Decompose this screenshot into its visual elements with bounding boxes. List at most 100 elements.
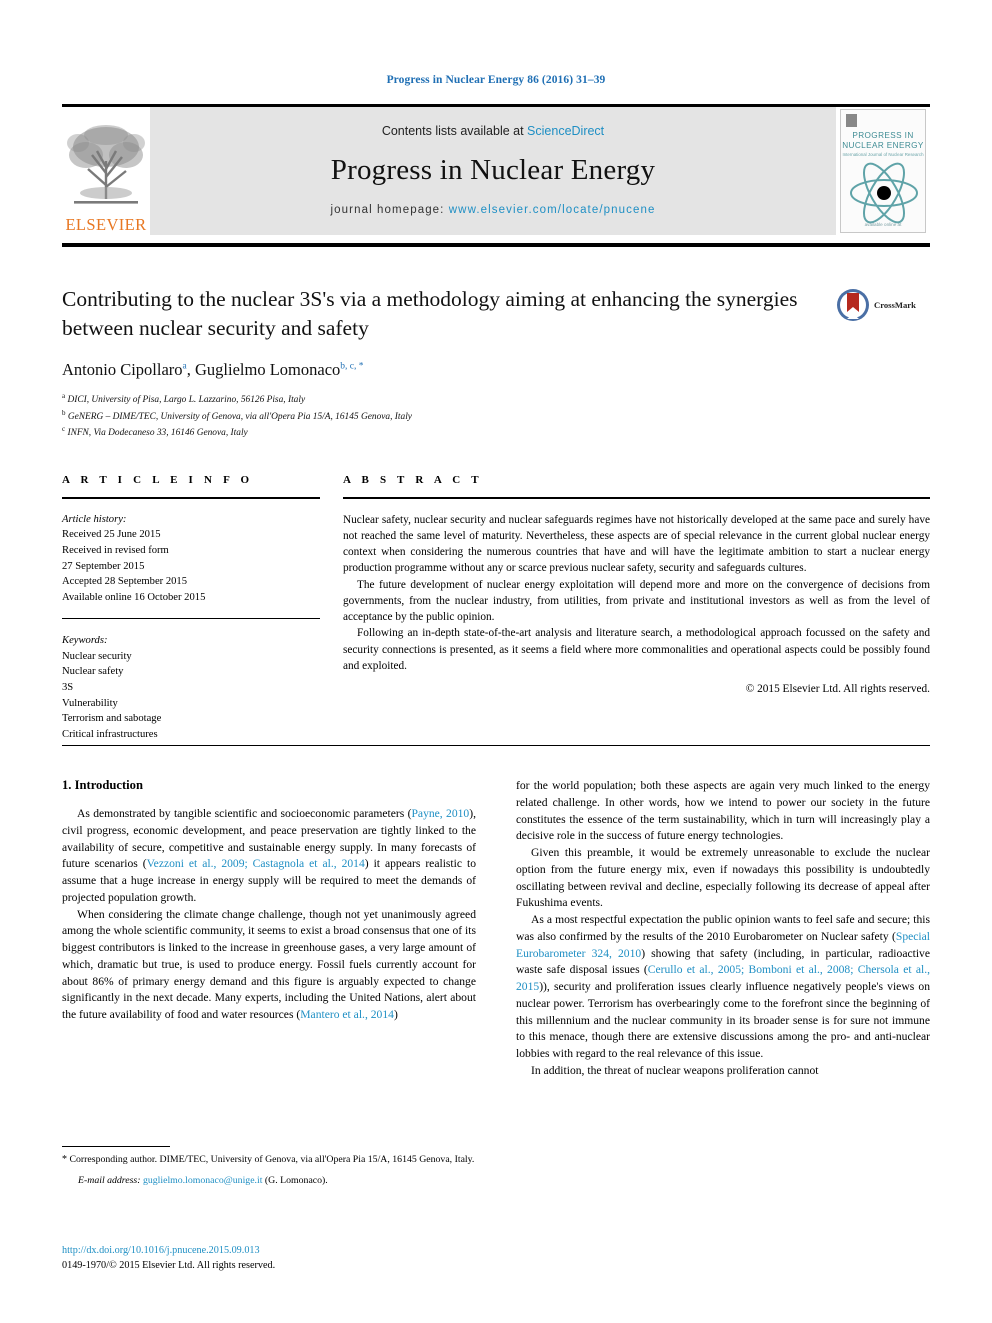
body-text: Given this preamble, it would be extreme… <box>516 846 930 910</box>
keywords-block: Keywords: Nuclear security Nuclear safet… <box>62 633 320 743</box>
affiliation-mark: b <box>62 408 66 417</box>
article-history-block: Article history: Received 25 June 2015 R… <box>62 512 320 606</box>
atom-orbital-icon <box>850 162 918 224</box>
journal-header: ELSEVIER Contents lists available at Sci… <box>62 107 930 235</box>
page-footer: http://dx.doi.org/10.1016/j.pnucene.2015… <box>62 1243 522 1274</box>
keyword-item: 3S <box>62 682 74 694</box>
history-item: Received in revised form <box>62 544 169 556</box>
email-line: E-mail address: guglielmo.lomonaco@unige… <box>62 1174 476 1189</box>
author-affil-marks: b, c, * <box>340 361 364 372</box>
email-suffix: (G. Lomonaco). <box>262 1174 328 1186</box>
article-info-rule <box>62 497 320 499</box>
journal-header-center: Contents lists available at ScienceDirec… <box>150 107 836 235</box>
author-separator: , <box>186 360 196 380</box>
email-label: E-mail address: <box>78 1174 141 1186</box>
title-block: Contributing to the nuclear 3S's via a m… <box>62 285 822 441</box>
affiliation-item: c INFN, Via Dodecaneso 33, 16146 Genova,… <box>62 424 822 440</box>
body-column-right: for the world population; both these asp… <box>516 778 930 1080</box>
history-item: Available online 16 October 2015 <box>62 591 206 603</box>
body-text: for the world population; both these asp… <box>516 779 930 843</box>
section-title-introduction: 1. Introduction <box>62 778 143 792</box>
page-title: Contributing to the nuclear 3S's via a m… <box>62 287 798 341</box>
keyword-item: Critical infrastructures <box>62 729 158 741</box>
body-paragraph: Given this preamble, it would be extreme… <box>516 845 930 912</box>
crossmark-label: CrossMark <box>874 300 916 310</box>
abstract-body: Nuclear safety, nuclear security and nuc… <box>343 512 930 696</box>
article-history-label: Article history: <box>62 513 127 525</box>
affiliation-item: a DICI, University of Pisa, Largo L. Laz… <box>62 391 822 407</box>
body-text: )), security and proliferation issues cl… <box>516 980 930 1060</box>
affiliation-item: b GeNERG – DIME/TEC, University of Genov… <box>62 408 822 424</box>
history-item: Received 25 June 2015 <box>62 529 161 541</box>
keyword-item: Vulnerability <box>62 697 118 709</box>
doi-link[interactable]: http://dx.doi.org/10.1016/j.pnucene.2015… <box>62 1243 522 1258</box>
issn-copyright-line: 0149-1970/© 2015 Elsevier Ltd. All right… <box>62 1260 276 1272</box>
sciencedirect-link[interactable]: ScienceDirect <box>527 124 604 138</box>
journal-title: Progress in Nuclear Energy <box>330 154 656 186</box>
article-info-column: A R T I C L E I N F O Article history: R… <box>62 474 320 743</box>
body-text: In addition, the threat of nuclear weapo… <box>531 1063 819 1077</box>
article-info-divider <box>62 617 320 620</box>
keyword-item: Nuclear security <box>62 650 132 662</box>
article-page: Progress in Nuclear Energy 86 (2016) 31–… <box>0 0 992 1323</box>
body-paragraph: As a most respectful expectation the pub… <box>516 912 930 1063</box>
body-paragraph: for the world population; both these asp… <box>516 778 930 845</box>
body-text: When considering the climate change chal… <box>62 907 476 1022</box>
cover-title-line1: PROGRESS IN <box>852 131 914 140</box>
body-text: As demonstrated by tangible scientific a… <box>77 807 412 820</box>
article-info-heading: A R T I C L E I N F O <box>62 474 254 486</box>
affiliation-text: INFN, Via Dodecaneso 33, 16146 Genova, I… <box>67 428 248 439</box>
body-text: ) <box>393 1008 398 1021</box>
abstract-heading: A B S T R A C T <box>343 474 483 486</box>
email-link[interactable]: guglielmo.lomonaco@unige.it <box>143 1175 263 1186</box>
crossmark-badge[interactable]: CrossMark <box>836 288 916 322</box>
citation-link[interactable]: Payne, 2010 <box>411 807 469 820</box>
journal-homepage-link[interactable]: www.elsevier.com/locate/pnucene <box>449 204 656 216</box>
contents-available-line: Contents lists available at ScienceDirec… <box>382 124 604 138</box>
affiliation-text: DICI, University of Pisa, Largo L. Lazza… <box>67 395 306 406</box>
elsevier-tree-icon <box>67 124 145 204</box>
cover-elsevier-mini-icon <box>846 114 857 127</box>
affiliation-mark: c <box>62 425 66 434</box>
elsevier-logo: ELSEVIER <box>62 107 150 235</box>
abstract-paragraph: The future development of nuclear energy… <box>343 578 930 624</box>
abstract-paragraph: Nuclear safety, nuclear security and nuc… <box>343 513 930 575</box>
crossmark-icon <box>837 289 869 321</box>
abstract-column: A B S T R A C T Nuclear safety, nuclear … <box>343 474 930 695</box>
body-paragraph: As demonstrated by tangible scientific a… <box>62 806 476 907</box>
abstract-rule <box>343 497 930 499</box>
body-paragraph: When considering the climate change chal… <box>62 907 476 1024</box>
author-name: Guglielmo Lomonaco <box>195 360 341 380</box>
keywords-label: Keywords: <box>62 635 108 647</box>
footnote-rule <box>62 1146 170 1148</box>
affiliation-list: a DICI, University of Pisa, Largo L. Laz… <box>62 391 822 440</box>
header-bottom-rule <box>62 243 930 247</box>
history-item: 27 September 2015 <box>62 560 145 572</box>
body-separator-rule <box>62 745 930 747</box>
citation-link[interactable]: Mantero et al., 2014 <box>300 1008 394 1021</box>
journal-homepage-line: journal homepage: www.elsevier.com/locat… <box>331 204 656 216</box>
journal-cover-thumbnail: PROGRESS IN NUCLEAR ENERGY International… <box>836 107 930 235</box>
history-item: Accepted 28 September 2015 <box>62 576 188 588</box>
body-column-left: 1. Introduction As demonstrated by tangi… <box>62 778 476 1024</box>
footnote-text: Corresponding author. DIME/TEC, Universi… <box>67 1154 475 1165</box>
author-list: Antonio Cipollaroa, Guglielmo Lomonacob,… <box>62 360 822 380</box>
contents-prefix: Contents lists available at <box>381 124 528 138</box>
corresponding-author-footnote: * Corresponding author. DIME/TEC, Univer… <box>62 1152 476 1188</box>
cover-title-line2: NUCLEAR ENERGY <box>842 141 924 150</box>
body-paragraph: In addition, the threat of nuclear weapo… <box>516 1063 930 1080</box>
abstract-paragraph: Following an in-depth state-of-the-art a… <box>343 627 930 672</box>
homepage-label: journal homepage: <box>330 204 449 216</box>
running-head: Progress in Nuclear Energy 86 (2016) 31–… <box>386 74 606 86</box>
elsevier-wordmark: ELSEVIER <box>65 214 147 234</box>
affiliation-mark: a <box>62 392 66 401</box>
cover-inner: PROGRESS IN NUCLEAR ENERGY International… <box>840 109 926 233</box>
cover-footer-text: available online at <box>864 222 902 227</box>
affiliation-text: GeNERG – DIME/TEC, University of Genova,… <box>67 412 412 423</box>
citation-link[interactable]: Vezzoni et al., 2009; Castagnola et al.,… <box>147 857 365 870</box>
body-text: As a most respectful expectation the pub… <box>516 913 930 943</box>
abstract-copyright: © 2015 Elsevier Ltd. All rights reserved… <box>745 683 930 696</box>
cover-subtitle: International Journal of Nuclear Researc… <box>842 152 924 157</box>
author-name: Antonio Cipollaro <box>62 360 183 380</box>
keyword-item: Terrorism and sabotage <box>62 713 162 725</box>
